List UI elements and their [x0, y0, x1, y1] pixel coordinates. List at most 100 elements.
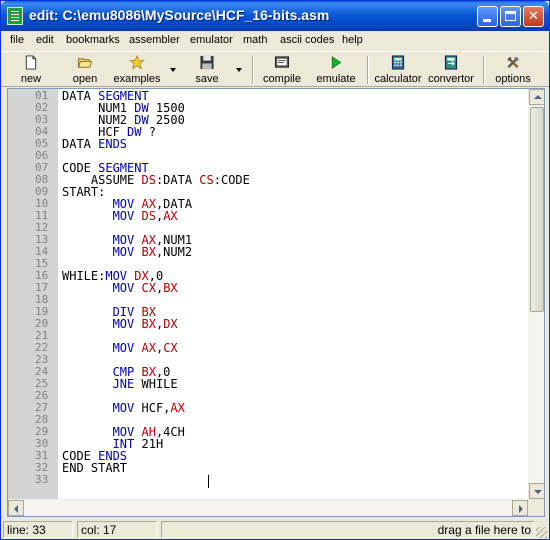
keyword-token: ENDS	[98, 137, 128, 151]
code-line[interactable]: 11 MOV DS,AX	[8, 209, 528, 223]
vertical-scroll-thumb[interactable]	[530, 107, 544, 312]
code-line[interactable]: 27 MOV HCF,AX	[8, 401, 528, 415]
vertical-scrollbar[interactable]	[528, 89, 544, 499]
code-text: MOV CX,BX	[62, 282, 178, 294]
examples-button[interactable]: examples	[109, 54, 165, 86]
compile-icon	[274, 56, 290, 68]
emulate-label: emulate	[316, 73, 356, 85]
keyword-token: JNE	[112, 377, 135, 391]
menu-help[interactable]: help	[342, 34, 363, 46]
folder-open-icon	[77, 58, 93, 68]
menu-ascii-codes[interactable]: ascii codes	[280, 34, 334, 46]
keyword-token: MOV	[112, 341, 135, 355]
keyword-token: MOV	[112, 317, 135, 331]
convertor-button[interactable]: convertor	[426, 54, 476, 86]
text-token: DATA	[62, 137, 99, 151]
register-token: AX	[163, 209, 178, 223]
status-col: col: 17	[77, 521, 157, 538]
options-button[interactable]: options	[491, 54, 535, 86]
register-token: CX	[163, 341, 178, 355]
arrow-down-icon	[534, 490, 542, 494]
emulate-button[interactable]: emulate	[312, 54, 360, 86]
options-label: options	[495, 73, 531, 85]
tools-icon	[507, 56, 519, 69]
toolbar-separator	[483, 56, 485, 84]
open-button[interactable]: open	[65, 54, 105, 86]
menu-bookmarks[interactable]: bookmarks	[66, 34, 120, 46]
menu-edit[interactable]: edit	[36, 34, 54, 46]
save-dropdown-icon[interactable]	[236, 68, 242, 72]
new-button[interactable]: new	[11, 54, 51, 86]
keyword-token: DW	[127, 125, 142, 139]
toolbar-separator	[252, 56, 254, 84]
toolbar-separator	[367, 56, 369, 84]
code-line[interactable]: 17 MOV CX,BX	[8, 282, 528, 295]
minimize-button[interactable]	[477, 6, 498, 27]
calculator-button[interactable]: calculator	[372, 54, 424, 86]
code-line[interactable]: 14 MOV BX,NUM2	[8, 245, 528, 259]
save-button[interactable]: save	[187, 54, 227, 86]
scroll-up-button[interactable]	[529, 89, 544, 105]
menu-assembler[interactable]: assembler	[129, 34, 180, 46]
keyword-token: MOV	[112, 245, 135, 259]
code-text: END START	[62, 462, 127, 474]
text-token: END START	[62, 461, 128, 475]
register-token: BX	[141, 245, 156, 259]
code-line[interactable]: 25 JNE WHILE	[8, 377, 528, 391]
title-bar[interactable]: edit: C:\emu8086\MySource\HCF_16-bits.as…	[1, 1, 549, 31]
arrow-up-icon	[534, 95, 542, 99]
horizontal-scrollbar[interactable]	[8, 499, 528, 516]
new-file-icon	[25, 55, 37, 70]
code-line[interactable]: 22 MOV AX,CX	[8, 342, 528, 355]
arrow-right-icon	[519, 505, 523, 513]
register-token: CX	[141, 281, 156, 295]
code-text: MOV BX,NUM2	[62, 245, 193, 259]
arrow-left-icon	[14, 505, 18, 513]
register-token: DX	[163, 317, 178, 331]
compile-button[interactable]: compile	[259, 54, 305, 86]
text-token: WHILE	[134, 377, 178, 391]
menu-file[interactable]: file	[10, 34, 24, 46]
register-token: CS	[199, 173, 214, 187]
menu-math[interactable]: math	[243, 34, 267, 46]
code-line[interactable]: 33	[8, 474, 528, 486]
menu-emulator[interactable]: emulator	[190, 34, 233, 46]
app-icon[interactable]	[7, 7, 23, 25]
maximize-button[interactable]	[500, 6, 521, 27]
scrollbar-corner	[528, 499, 544, 516]
line-number: 33	[35, 473, 49, 486]
scroll-left-button[interactable]	[8, 500, 24, 516]
status-drag-hint: drag a file here to	[161, 521, 535, 538]
resize-grip-icon[interactable]	[536, 527, 547, 538]
calculator-label: calculator	[374, 73, 422, 85]
close-button[interactable]: ✕	[523, 6, 544, 27]
examples-dropdown-icon[interactable]	[170, 68, 176, 72]
register-token: DS	[141, 173, 156, 187]
code-editor[interactable]: 01 DATA SEGMENT 02 NUM1 DW 1500 03 NUM2 DW …	[7, 88, 545, 517]
text-token: ,NUM2	[155, 245, 193, 259]
compile-label: compile	[263, 73, 301, 85]
editor-window: edit: C:\emu8086\MySource\HCF_16-bits.as…	[0, 0, 550, 540]
code-line[interactable]: 05 DATA ENDS	[8, 137, 528, 151]
status-line: line: 33	[3, 521, 73, 538]
close-icon: ✕	[528, 9, 539, 24]
code-text: MOV AX,CX	[62, 342, 178, 354]
scroll-down-button[interactable]	[529, 483, 544, 499]
minimize-icon	[483, 19, 491, 22]
code-line[interactable]: 20 MOV BX,DX	[8, 318, 528, 331]
new-label: new	[20, 73, 42, 85]
play-icon	[331, 56, 342, 69]
status-bar: line: 33 col: 17 drag a file here to	[1, 519, 549, 539]
scroll-right-button[interactable]	[512, 500, 528, 516]
code-line[interactable]: 32 END START	[8, 462, 528, 475]
window-title: edit: C:\emu8086\MySource\HCF_16-bits.as…	[29, 7, 330, 23]
code-text: MOV BX,DX	[62, 318, 178, 330]
